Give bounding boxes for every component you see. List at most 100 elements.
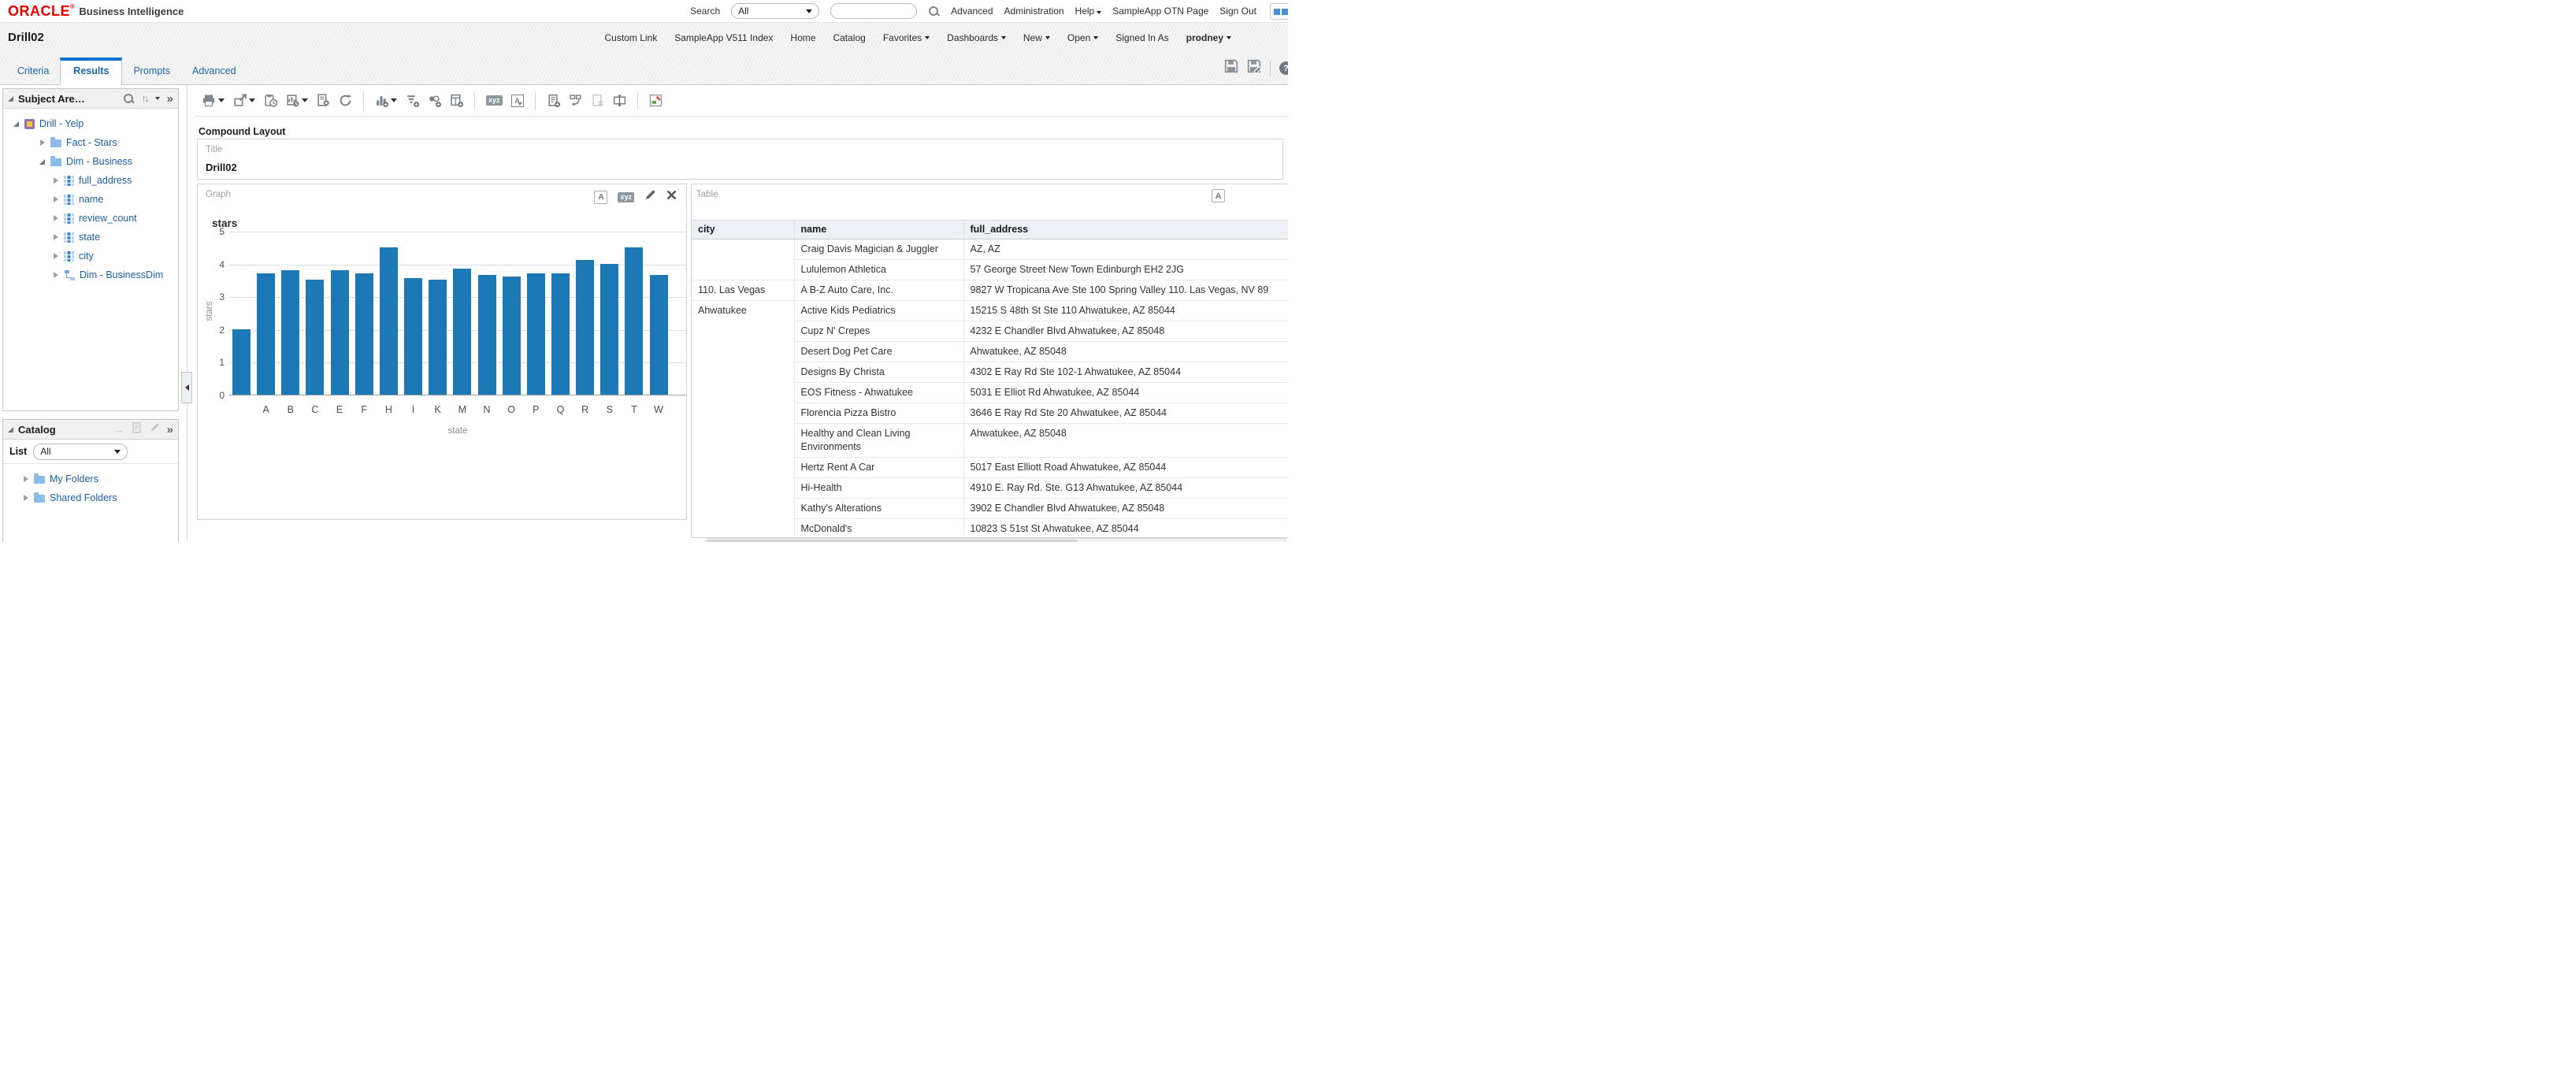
- bar-blank[interactable]: [232, 329, 251, 395]
- expand-node-icon[interactable]: [54, 177, 58, 184]
- bar-M[interactable]: [453, 269, 471, 395]
- expand-node-icon[interactable]: [24, 495, 28, 501]
- expand-node-icon[interactable]: [54, 253, 58, 259]
- add-view-button[interactable]: [545, 92, 562, 109]
- bar-A[interactable]: [257, 273, 275, 395]
- bar-K[interactable]: [429, 280, 447, 395]
- new-view-button[interactable]: [373, 92, 399, 109]
- new-calculated-item-button[interactable]: [448, 92, 465, 109]
- tree-item-my-folders[interactable]: My Folders: [3, 470, 178, 488]
- home-link[interactable]: Home: [790, 32, 815, 43]
- favorites-menu[interactable]: Favorites: [883, 32, 930, 43]
- tab-criteria[interactable]: Criteria: [6, 59, 60, 84]
- expand-node-icon[interactable]: [24, 476, 28, 482]
- collapse-sidebar-handle[interactable]: [181, 372, 192, 403]
- tree-item-full-address[interactable]: full_address: [3, 171, 178, 190]
- help-menu[interactable]: Help: [1075, 6, 1102, 17]
- dashboard-preview-button[interactable]: [284, 92, 310, 109]
- expand-node-icon[interactable]: [54, 234, 58, 240]
- analysis-properties-button[interactable]: [315, 92, 332, 109]
- collapse-node-icon[interactable]: [39, 159, 45, 165]
- chevron-down-icon[interactable]: [155, 97, 160, 100]
- expand-node-icon[interactable]: [40, 139, 45, 146]
- tree-item-shared-folders[interactable]: Shared Folders: [3, 488, 178, 507]
- schedule-button[interactable]: [262, 92, 279, 109]
- bar-B[interactable]: [281, 270, 299, 395]
- search-icon[interactable]: [123, 93, 135, 105]
- sort-icon[interactable]: ↑↓: [142, 93, 148, 104]
- export-button[interactable]: [232, 92, 257, 109]
- bar-R[interactable]: [576, 260, 594, 395]
- catalog-link[interactable]: Catalog: [833, 32, 865, 43]
- bar-P[interactable]: [527, 273, 545, 395]
- tab-prompts[interactable]: Prompts: [122, 59, 181, 84]
- tree-item-city[interactable]: city: [3, 247, 178, 265]
- bar-Q[interactable]: [551, 273, 570, 395]
- tree-item-dim-business[interactable]: Dim - Business: [3, 152, 178, 171]
- expand-node-icon[interactable]: [54, 272, 58, 278]
- advanced-link[interactable]: Advanced: [951, 6, 993, 17]
- apps-button[interactable]: [1270, 3, 1288, 20]
- tree-item-state[interactable]: state: [3, 228, 178, 247]
- refresh-button[interactable]: [337, 92, 354, 109]
- tree-item-drill-yelp[interactable]: Drill - Yelp: [3, 114, 178, 133]
- tree-item-fact-stars[interactable]: Fact - Stars: [3, 133, 178, 152]
- bar-C[interactable]: [306, 280, 324, 395]
- expand-panel-icon[interactable]: »: [167, 93, 173, 105]
- bar-T[interactable]: [625, 247, 643, 395]
- bar-O[interactable]: [503, 277, 521, 395]
- save-button[interactable]: [1224, 59, 1238, 77]
- subject-areas-tree: Drill - YelpFact - StarsDim - Businessfu…: [3, 109, 178, 410]
- open-menu[interactable]: Open: [1067, 32, 1098, 43]
- collapse-panel-icon[interactable]: [8, 427, 13, 432]
- selection-steps-pane-button[interactable]: [648, 92, 664, 109]
- tab-advanced[interactable]: Advanced: [181, 59, 247, 84]
- search-scope-select[interactable]: All: [731, 3, 819, 19]
- tab-results[interactable]: Results: [60, 58, 122, 85]
- print-button[interactable]: [200, 92, 226, 109]
- bar-F[interactable]: [355, 273, 373, 395]
- collapse-node-icon[interactable]: [13, 121, 19, 127]
- column-header-name[interactable]: name: [794, 221, 963, 239]
- catalog-tree: My FoldersShared Folders: [3, 464, 178, 542]
- tree-item-label: review_count: [79, 213, 137, 224]
- help-icon[interactable]: ?: [1279, 61, 1288, 75]
- format-container-button[interactable]: A: [1212, 189, 1225, 202]
- save-as-button[interactable]: [1247, 59, 1261, 77]
- new-selection-steps-button[interactable]: [426, 92, 443, 109]
- search-input[interactable]: [830, 3, 917, 19]
- column-header-full_address[interactable]: full_address: [963, 221, 1288, 239]
- horizontal-scrollbar[interactable]: [705, 538, 1286, 542]
- search-icon[interactable]: [928, 6, 940, 17]
- rename-view-button[interactable]: [611, 92, 628, 109]
- bar-H[interactable]: [380, 247, 398, 395]
- bar-N[interactable]: [478, 275, 496, 395]
- move-view-button[interactable]: [567, 92, 584, 109]
- expand-node-icon[interactable]: [54, 196, 58, 202]
- column-header-city[interactable]: city: [692, 221, 794, 239]
- new-filter-button[interactable]: [404, 92, 421, 109]
- tree-item-name[interactable]: name: [3, 190, 178, 209]
- new-menu[interactable]: New: [1023, 32, 1050, 43]
- bar-I[interactable]: [404, 278, 422, 395]
- dashboards-menu[interactable]: Dashboards: [947, 32, 1006, 43]
- expand-node-icon[interactable]: [54, 215, 58, 221]
- bar-S[interactable]: [600, 264, 618, 395]
- administration-link[interactable]: Administration: [1004, 6, 1064, 17]
- sign-out-link[interactable]: Sign Out: [1219, 6, 1256, 17]
- collapse-panel-icon[interactable]: [8, 96, 13, 102]
- bar-W[interactable]: [650, 275, 668, 395]
- expand-panel-icon[interactable]: »: [167, 424, 173, 436]
- custom-link[interactable]: Custom Link: [605, 32, 658, 43]
- cell-full-address: 10823 S 51st St Ahwatukee, AZ 85044: [963, 519, 1288, 539]
- catalog-list-select[interactable]: All: [33, 444, 128, 460]
- user-menu[interactable]: prodney: [1186, 32, 1231, 43]
- import-formatting-button[interactable]: A: [510, 93, 525, 109]
- bar-E[interactable]: [331, 270, 349, 395]
- tree-item-dim-businessdim[interactable]: Dim - BusinessDim: [3, 265, 178, 284]
- scrollbar-thumb[interactable]: [707, 540, 1078, 542]
- sampleapp-index-link[interactable]: SampleApp V511 Index: [674, 32, 773, 43]
- sampleapp-otn-link[interactable]: SampleApp OTN Page: [1112, 6, 1208, 17]
- show-xml-button[interactable]: xyz: [484, 94, 504, 107]
- tree-item-review-count[interactable]: review_count: [3, 209, 178, 228]
